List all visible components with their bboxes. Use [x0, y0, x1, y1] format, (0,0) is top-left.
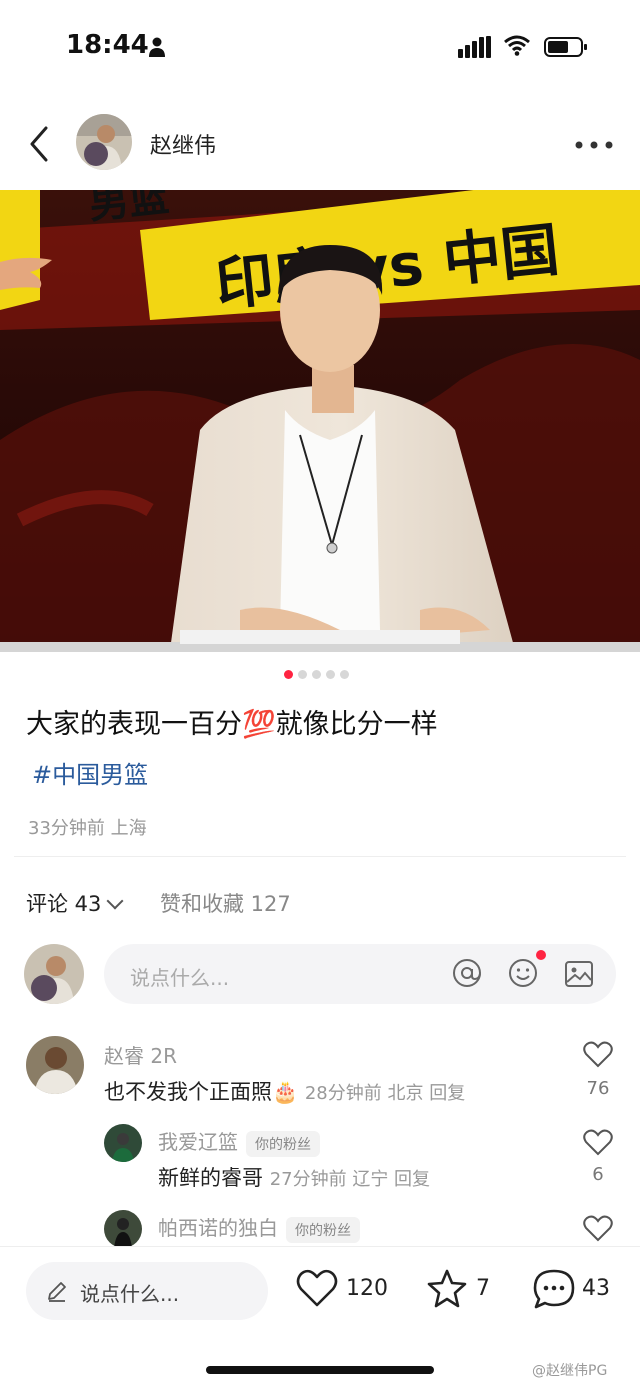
favorite-star-icon[interactable] — [426, 1268, 468, 1308]
author-username[interactable]: 赵继伟 — [150, 128, 216, 160]
fan-badge: 你的粉丝 — [286, 1216, 360, 1243]
carousel-dot — [312, 670, 321, 679]
comment-meta[interactable]: 27分钟前 辽宁 回复 — [270, 1169, 430, 1190]
pencil-icon — [48, 1282, 66, 1302]
carousel-indicator — [284, 670, 356, 682]
commenter-name: 帕西诺的独白 你的粉丝 — [158, 1212, 360, 1243]
comment-like-count: 6 — [592, 1164, 604, 1185]
divider — [14, 856, 626, 857]
my-avatar — [24, 944, 84, 1004]
notification-dot — [536, 950, 546, 960]
post-hashtag[interactable]: #中国男篮 — [32, 755, 148, 790]
more-options-icon[interactable] — [574, 140, 614, 150]
battery-icon — [544, 37, 587, 57]
tab-comments[interactable]: 评论 43 — [26, 888, 124, 918]
comment-body: 新鲜的睿哥 — [158, 1166, 263, 1190]
favorite-count: 7 — [476, 1276, 490, 1301]
wifi-icon — [504, 35, 530, 56]
comment-like-icon[interactable] — [583, 1040, 613, 1068]
emoji-icon[interactable] — [508, 958, 538, 988]
chevron-down-icon — [106, 892, 124, 910]
cellular-signal-icon — [458, 36, 491, 58]
post-meta: 33分钟前 上海 — [28, 818, 147, 839]
comment-bubble-icon[interactable] — [532, 1268, 576, 1310]
mention-at-icon[interactable] — [452, 958, 482, 988]
back-arrow-icon[interactable] — [26, 124, 54, 164]
comment-text: 新鲜的睿哥 27分钟前 辽宁 回复 — [158, 1162, 430, 1192]
commenter-avatar[interactable] — [104, 1210, 142, 1248]
status-time: 18:44 — [66, 30, 149, 60]
like-count: 120 — [346, 1276, 388, 1301]
carousel-dot-active — [284, 670, 293, 679]
comment-like-icon[interactable] — [583, 1128, 613, 1156]
like-heart-icon[interactable] — [296, 1268, 338, 1308]
tab-comments-label: 评论 43 — [26, 892, 102, 916]
comment-like-count: 76 — [586, 1078, 610, 1099]
commenter-avatar[interactable] — [104, 1124, 142, 1162]
commenter-name: 我爱辽篮 你的粉丝 — [158, 1126, 320, 1157]
fan-badge: 你的粉丝 — [246, 1130, 320, 1157]
author-avatar[interactable] — [76, 114, 132, 170]
comment-like-icon[interactable] — [583, 1214, 613, 1242]
comment-input-placeholder[interactable]: 说点什么... — [130, 962, 229, 991]
post-caption: 大家的表现一百分💯就像比分一样 — [26, 709, 438, 740]
carousel-dot — [326, 670, 335, 679]
commenter-name-text[interactable]: 帕西诺的独白 — [158, 1216, 278, 1240]
commenter-name-text[interactable]: 我爱辽篮 — [158, 1130, 238, 1154]
comment-meta[interactable]: 28分钟前 北京 回复 — [305, 1083, 465, 1104]
comment-text: 也不发我个正面照🎂 28分钟前 北京 回复 — [104, 1076, 465, 1106]
commenter-avatar[interactable] — [26, 1036, 84, 1094]
carousel-dot — [340, 670, 349, 679]
home-indicator[interactable] — [206, 1366, 434, 1374]
comment-body: 也不发我个正面照🎂 — [104, 1080, 299, 1104]
watermark: @赵继伟PG — [532, 1363, 608, 1379]
bottom-input-placeholder[interactable]: 说点什么... — [80, 1278, 179, 1307]
tab-likes-favorites[interactable]: 赞和收藏 127 — [160, 888, 291, 918]
image-icon[interactable] — [564, 960, 594, 988]
comment-count: 43 — [582, 1276, 610, 1301]
post-photo[interactable]: 印度 vs 中国 男篮 — [0, 190, 640, 652]
carousel-dot — [298, 670, 307, 679]
commenter-name[interactable]: 赵睿 2R — [104, 1040, 177, 1069]
person-icon — [149, 37, 165, 57]
